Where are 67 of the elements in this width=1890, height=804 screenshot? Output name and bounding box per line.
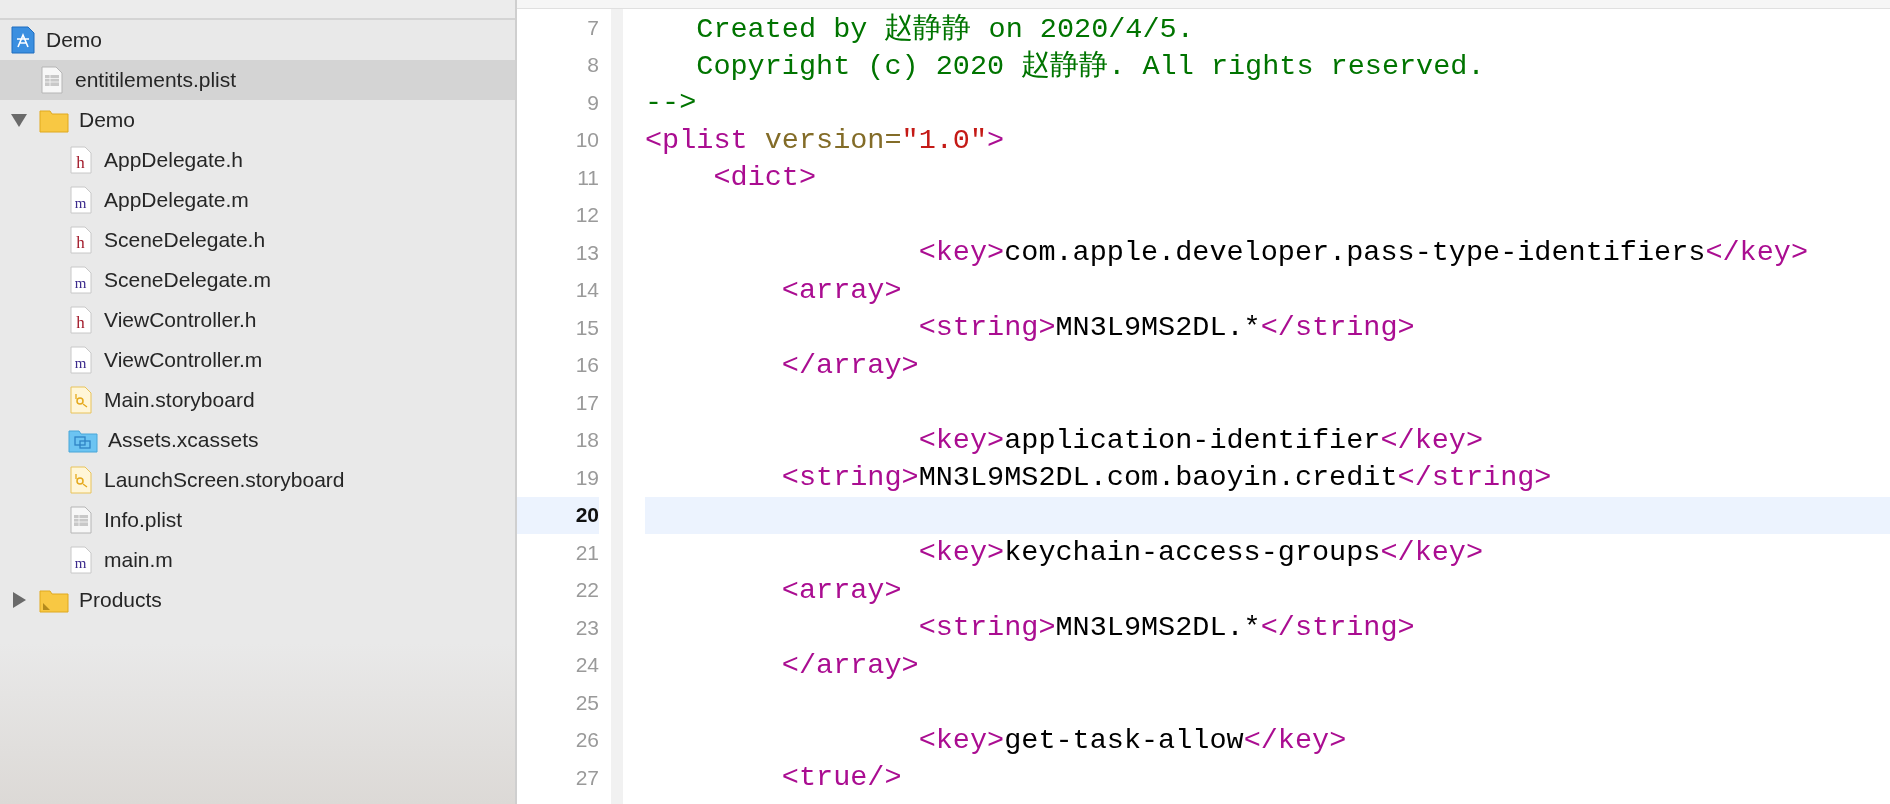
line-number: 7 [587,15,599,40]
code-line: </array> [781,348,919,382]
line-number: 15 [575,315,599,340]
line-number: 21 [575,540,599,565]
code-line: Copyright (c) 2020 赵静静. All rights reserved. [696,50,1485,84]
code-line: <key>application-identifier</key> [918,423,1484,457]
line-number: 26 [575,728,599,753]
navigator-item[interactable]: Demo [0,100,515,140]
code-line: <dict> [713,161,817,195]
code-line: <key>keychain-access-groups</key> [918,536,1484,570]
navigator-item[interactable]: Assets.xcassets [0,420,515,460]
line-number: 18 [575,428,599,453]
plist-file-icon [68,506,94,534]
disclosure-down-icon[interactable] [10,111,28,129]
header-file-icon: h [68,146,94,174]
navigator-item[interactable]: Products [0,580,515,620]
navigator-item[interactable]: h ViewController.h [0,300,515,340]
code-line: <string>MN3L9MS2DL.com.baoyin.credit</string> [781,461,1552,495]
code-line: <array> [781,573,902,607]
navigator-item[interactable]: h AppDelegate.h [0,140,515,180]
line-number: 23 [575,615,599,640]
storyboard-file-icon [68,466,94,494]
source-file-icon: m [68,186,94,214]
line-number: 25 [575,690,599,715]
navigator-item[interactable]: m AppDelegate.m [0,180,515,220]
navigator-item[interactable]: LaunchScreen.storyboard [0,460,515,500]
line-number: 9 [587,90,599,115]
code-line: <string>MN3L9MS2DL.*</string> [918,611,1415,645]
navigator-item[interactable]: Info.plist [0,500,515,540]
line-number: 16 [575,353,599,378]
plist-file-icon [39,66,65,94]
navigator-item[interactable]: entitilements.plist [0,60,515,100]
line-number: 20 [575,503,599,528]
project-icon [10,26,36,54]
header-file-icon: h [68,226,94,254]
line-number: 27 [575,765,599,790]
navigator-item[interactable]: m main.m [0,540,515,580]
disclosure-right-icon[interactable] [10,591,28,609]
line-number: 22 [575,578,599,603]
code-line: <array> [781,273,902,307]
line-number: 19 [575,465,599,490]
navigator-item[interactable]: m SceneDelegate.m [0,260,515,300]
navigator-item[interactable]: Main.storyboard [0,380,515,420]
line-number: 10 [575,128,599,153]
code-line: <string>MN3L9MS2DL.*</string> [918,311,1415,345]
code-line: <key>com.apple.developer.pass-type-identifiers</key> [918,236,1808,270]
code-line: <plist version="1.0"> [645,123,1005,157]
navigator-item[interactable]: h SceneDelegate.h [0,220,515,260]
line-number: 17 [575,390,599,415]
line-number: 8 [587,53,599,78]
code-line: <true/> [781,761,902,795]
source-file-icon: m [68,266,94,294]
line-number: 11 [577,165,599,190]
code-line: --> [645,86,697,120]
line-number: 12 [575,203,599,228]
navigator-item[interactable]: m ViewController.m [0,340,515,380]
line-number: 13 [575,240,599,265]
source-file-icon: m [68,346,94,374]
code-line: <key>get-task-allow</key> [918,723,1347,757]
code-line: Created by 赵静静 on 2020/4/5. [696,12,1194,46]
line-number: 14 [575,278,599,303]
line-number: 24 [575,653,599,678]
code-line: </array> [781,648,919,682]
navigator-item[interactable]: Demo [0,20,515,60]
source-file-icon: m [68,546,94,574]
header-file-icon: h [68,306,94,334]
storyboard-file-icon [68,386,94,414]
